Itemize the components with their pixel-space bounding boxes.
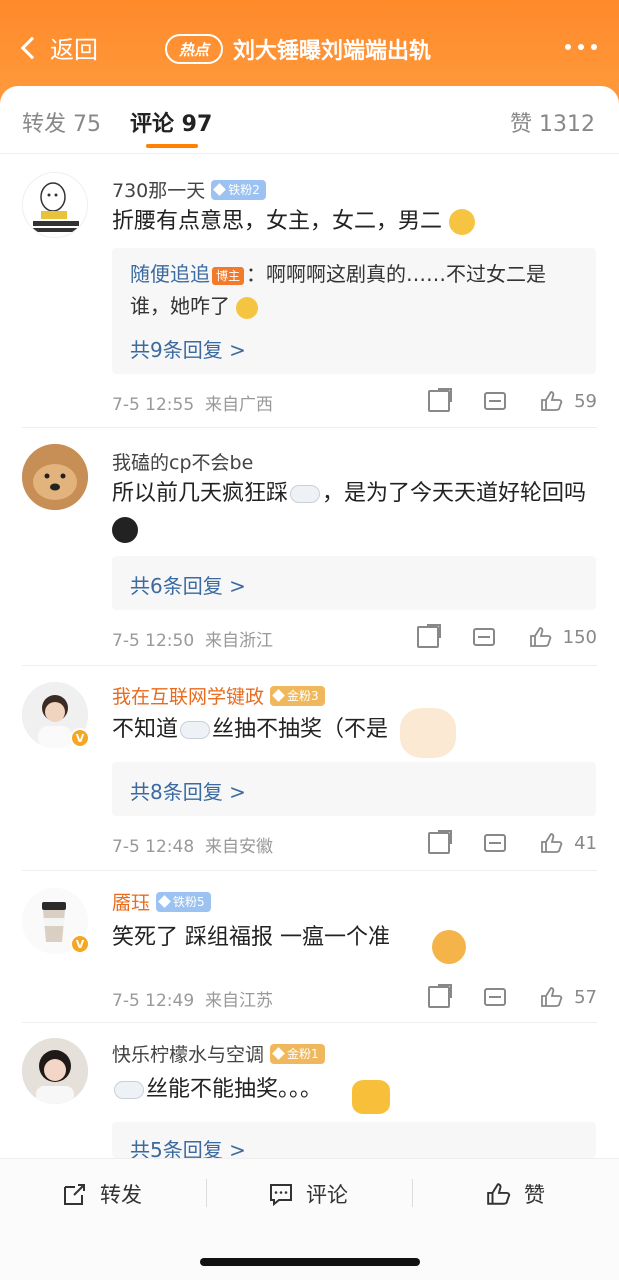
author-badge: 博主 [212,266,245,285]
like-count: 41 [574,832,597,854]
comment-meta: 7-5 12:50 来自浙江 [112,631,273,651]
verified-badge-icon: V [70,728,90,748]
comment-actions: 150 [383,624,597,648]
crown-icon [158,895,171,908]
divider [22,1022,597,1023]
fan-badge: 铁粉5 [156,891,211,912]
share-icon[interactable] [416,624,441,648]
girl-avatar-icon [22,1038,88,1104]
reply-preview[interactable]: 共6条回复 > [112,556,596,610]
chevron-left-icon [20,36,44,59]
gem-sticker-icon [352,1080,390,1114]
tab-bar: 转发 75 评论 97 赞 1312 [0,86,619,154]
like-count: 59 [574,390,597,412]
comment-icon[interactable] [484,834,507,852]
avatar[interactable] [22,1038,88,1104]
orange-sticker-icon [432,930,466,964]
comment-icon[interactable] [484,392,507,410]
reply-count-link[interactable]: 共8条回复 > [130,776,246,805]
reply-text: 随便追追 博主 ：啊啊啊这剧真的……不过女二是谁，她咋了 [130,262,547,319]
repost-icon [64,1184,85,1205]
crown-icon [272,1047,285,1060]
active-tab-indicator [146,144,198,148]
reply-preview[interactable]: 共5条回复 > [112,1122,596,1158]
home-indicator[interactable] [200,1258,420,1266]
divider [22,665,597,666]
divider [206,1179,207,1207]
like-icon[interactable] [540,390,564,412]
comment-text: 笑死了 踩组福报 一瘟一个准 [112,925,390,950]
verified-badge-icon: V [70,934,90,954]
crown-icon [272,689,285,702]
reply-count-link[interactable]: 共6条回复 > [130,570,246,599]
topic-title: 热点 刘大锤曝刘端端出轨 [165,33,431,65]
comment-meta: 7-5 12:49 来自江苏 [112,991,273,1011]
divider [412,1179,413,1207]
divider [22,427,597,428]
comment-username[interactable]: 730那一天 铁粉2 [112,176,266,203]
diamond-icon [213,183,227,196]
fan-badge: 铁粉2 [211,179,266,200]
comment-icon[interactable] [472,628,495,646]
comment-text: 所以前几天疯狂踩 ，是为了今天天道好轮回吗 [112,476,598,548]
repost-button[interactable]: 转发 [62,1179,142,1209]
comment-text: 不知道 丝抽不抽奖（不是 [112,717,389,742]
cloud-emoji-icon [114,1081,144,1099]
like-icon[interactable] [540,832,564,854]
comment-username[interactable]: 快乐柠檬水与空调 金粉1 [112,1040,325,1067]
cloud-emoji-icon [290,485,321,503]
tab-comments[interactable]: 评论 97 [130,106,212,138]
reply-preview[interactable]: 随便追追 博主 ：啊啊啊这剧真的……不过女二是谁，她咋了 共9条回复 > [112,248,596,374]
comment-meta: 7-5 12:55 来自广西 [112,395,273,415]
more-menu-icon[interactable] [565,44,597,50]
comment-username[interactable]: 我在互联网学键政 金粉3 [112,682,325,709]
hot-badge: 热点 [165,34,223,64]
bear-sticker-icon [400,708,456,758]
share-icon[interactable] [428,830,453,854]
reply-preview[interactable]: 共8条回复 > [112,762,596,816]
reply-count-link[interactable]: 共5条回复 > [130,1134,246,1158]
crying-emoji-icon [112,517,138,543]
comment-meta: 7-5 12:48 来自安徽 [112,837,273,857]
comment-username[interactable]: 靥珏 铁粉5 [112,888,211,915]
comment-text: 折腰有点意思，女主，女二，男二 [112,204,598,240]
surprised-emoji-icon [236,296,259,319]
share-icon[interactable] [428,388,453,412]
divider [22,870,597,871]
comment-actions: 41 [394,830,597,854]
fan-badge: 金粉1 [270,1043,325,1064]
comment-actions: 57 [394,984,597,1008]
back-label: 返回 [50,36,98,64]
back-button[interactable]: 返回 [18,30,98,65]
tab-likes[interactable]: 赞 1312 [510,106,595,138]
comment-icon[interactable] [484,988,507,1006]
cloud-emoji-icon [180,721,211,739]
avatar[interactable] [22,444,88,510]
cartoon-avatar-icon [23,173,87,237]
reply-username[interactable]: 随便追追 [130,262,210,286]
share-icon[interactable] [428,984,453,1008]
tab-repost[interactable]: 转发 75 [22,106,101,138]
like-count: 57 [574,986,597,1008]
like-icon [487,1183,511,1205]
like-count: 150 [562,626,597,648]
like-icon[interactable] [540,986,564,1008]
avatar[interactable] [22,172,88,238]
like-button[interactable]: 赞 [486,1179,545,1209]
comment-icon [270,1184,292,1207]
comment-actions: 59 [394,388,597,412]
page-title: 刘大锤曝刘端端出轨 [233,39,432,64]
dog-avatar-icon [22,444,88,510]
like-icon[interactable] [529,626,553,648]
thinking-emoji-icon [449,209,476,235]
fan-badge: 金粉3 [270,685,325,706]
reply-count-link[interactable]: 共9条回复 > [130,334,246,363]
comment-username[interactable]: 我磕的cp不会be [112,448,253,475]
comment-button[interactable]: 评论 [268,1179,348,1209]
